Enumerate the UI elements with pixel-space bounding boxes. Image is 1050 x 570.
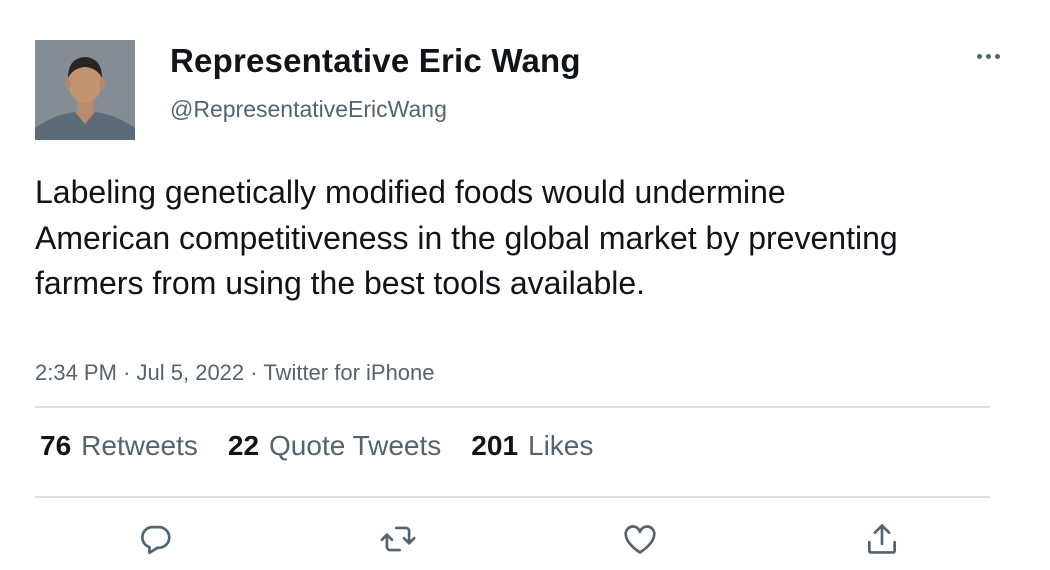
reply-icon bbox=[141, 525, 171, 555]
divider bbox=[35, 406, 990, 408]
tweet-meta: 2:34 PM · Jul 5, 2022 · Twitter for iPho… bbox=[35, 360, 435, 386]
more-options-icon[interactable] bbox=[968, 44, 1008, 68]
tweet-text: Labeling genetically modified foods woul… bbox=[35, 174, 898, 301]
meta-separator: · bbox=[123, 360, 131, 385]
display-name[interactable]: Representative Eric Wang bbox=[170, 42, 581, 80]
retweet-button[interactable] bbox=[376, 517, 420, 561]
avatar-photo bbox=[35, 40, 135, 140]
share-icon bbox=[867, 524, 897, 554]
likes-label: Likes bbox=[528, 430, 594, 461]
retweets-label: Retweets bbox=[81, 430, 198, 461]
quote-tweets-label: Quote Tweets bbox=[269, 430, 442, 461]
likes-stat[interactable]: 201 Likes bbox=[471, 430, 593, 462]
retweets-count: 76 bbox=[40, 430, 72, 461]
tweet-time[interactable]: 2:34 PM bbox=[35, 360, 117, 385]
quote-tweets-stat[interactable]: 22 Quote Tweets bbox=[228, 430, 441, 462]
tweet-date[interactable]: Jul 5, 2022 bbox=[137, 360, 245, 385]
reply-button[interactable] bbox=[133, 517, 177, 561]
tweet-stats: 76 Retweets 22 Quote Tweets 201 Likes bbox=[40, 430, 593, 462]
heart-icon bbox=[624, 525, 656, 554]
quote-tweets-count: 22 bbox=[227, 430, 260, 461]
user-handle[interactable]: @RepresentativeEricWang bbox=[170, 96, 447, 123]
meta-separator: · bbox=[250, 360, 258, 385]
avatar[interactable] bbox=[35, 40, 135, 140]
tweet-source[interactable]: Twitter for iPhone bbox=[263, 360, 434, 385]
likes-count: 201 bbox=[471, 430, 519, 461]
retweets-stat[interactable]: 76 Retweets bbox=[40, 430, 198, 462]
like-button[interactable] bbox=[618, 517, 662, 561]
divider bbox=[35, 496, 990, 498]
share-button[interactable] bbox=[860, 517, 904, 561]
retweet-icon bbox=[380, 526, 416, 552]
